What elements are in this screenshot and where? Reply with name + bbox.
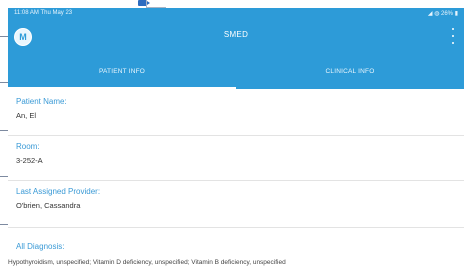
patient-name-label: Patient Name: <box>16 97 67 106</box>
patient-name-value: An, El <box>16 111 37 120</box>
gutter-mark <box>0 82 8 83</box>
diagnosis-label: All Diagnosis: <box>16 242 65 251</box>
provider-field: Last Assigned Provider: O'brien, Cassand… <box>8 181 464 228</box>
status-time: 11:08 AM Thu May 23 <box>14 10 73 16</box>
app-bar: M SMED <box>8 22 464 52</box>
status-indicators: ◢ ◍ 26% ▮ <box>427 11 458 17</box>
room-value: 3-252-A <box>16 156 43 165</box>
left-gutter <box>0 0 8 279</box>
diagnosis-field: All Diagnosis: <box>8 228 464 279</box>
app-title: SMED <box>223 30 249 39</box>
patient-name-field: Patient Name: An, El <box>8 89 464 136</box>
status-bar: 11:08 AM Thu May 23 ◢ ◍ 26% ▮ <box>14 10 458 20</box>
tab-bar: PATIENT INFO CLINICAL INFO <box>8 60 464 89</box>
room-label: Room: <box>16 142 40 151</box>
tab-patient-info[interactable]: PATIENT INFO <box>8 60 236 89</box>
diagnosis-value: Hypothyroidism, unspecified; Vitamin D d… <box>8 259 286 266</box>
provider-label: Last Assigned Provider: <box>16 187 101 196</box>
gutter-mark <box>0 36 8 37</box>
gutter-mark <box>0 176 8 177</box>
tab-clinical-info[interactable]: CLINICAL INFO <box>236 60 464 89</box>
app-window: 11:08 AM Thu May 23 ◢ ◍ 26% ▮ M SMED PAT… <box>8 8 464 279</box>
header: 11:08 AM Thu May 23 ◢ ◍ 26% ▮ M SMED PAT… <box>8 8 464 89</box>
room-field: Room: 3-252-A <box>8 136 464 181</box>
gutter-mark <box>0 224 8 225</box>
gutter-mark <box>0 130 8 131</box>
more-menu-icon[interactable] <box>448 28 458 44</box>
provider-value: O'brien, Cassandra <box>16 201 81 210</box>
